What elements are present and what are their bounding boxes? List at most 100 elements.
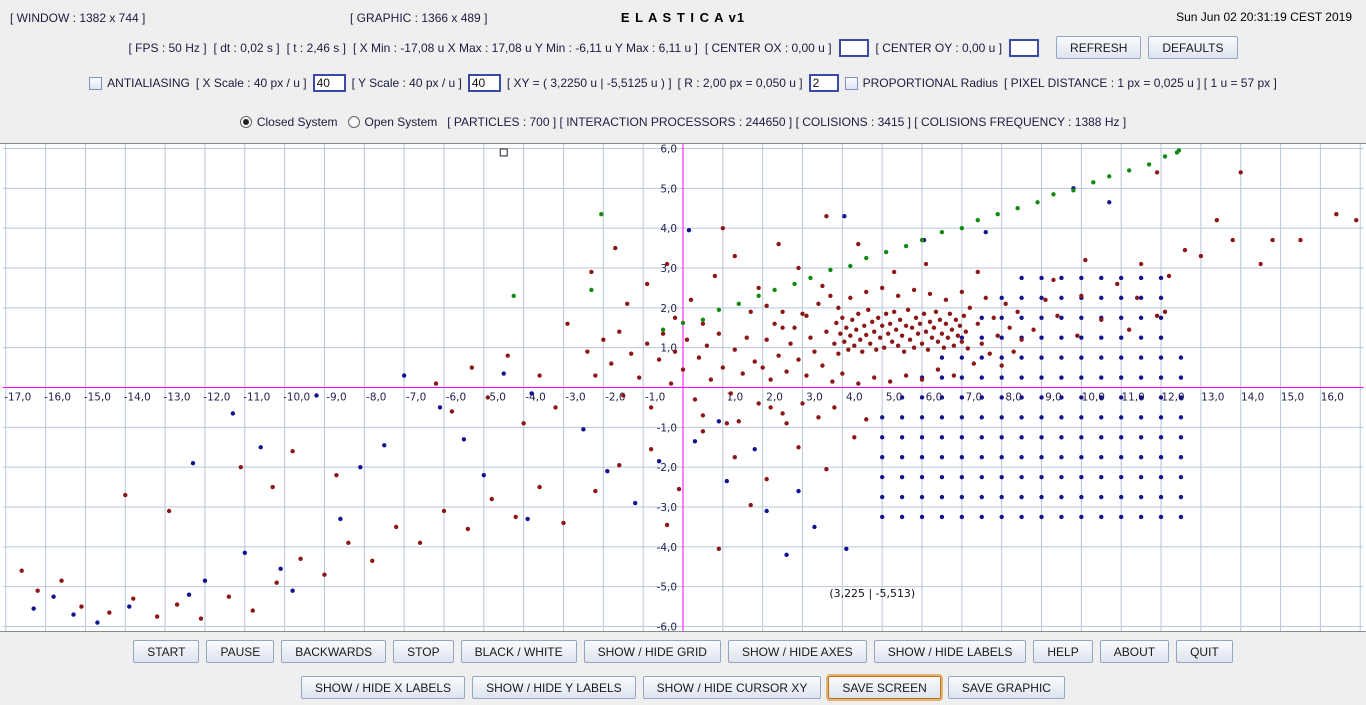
particle-dot bbox=[1019, 355, 1024, 360]
simulation-canvas[interactable]: -17,0 -16,0 -15,0 -14,0 -13,0 -12,0 -11,0 -10,0… bbox=[0, 144, 1366, 631]
particle-dot bbox=[959, 494, 965, 500]
particle-dot bbox=[760, 365, 765, 370]
particle-dot bbox=[1039, 355, 1044, 360]
about-button[interactable]: ABOUT bbox=[1099, 640, 1170, 663]
particle-dot bbox=[979, 395, 984, 400]
particle-dot bbox=[919, 237, 925, 243]
particle-dot bbox=[740, 371, 745, 376]
particle-dot bbox=[1119, 275, 1124, 281]
y-scale-label: [ Y Scale : 40 px / u ] bbox=[351, 76, 462, 90]
particle-dot bbox=[999, 455, 1004, 460]
particle-dot bbox=[1158, 455, 1164, 460]
particle-dot bbox=[752, 447, 757, 452]
particle-dot bbox=[589, 287, 594, 293]
show-hide-x-labels-button[interactable]: SHOW / HIDE X LABELS bbox=[301, 676, 466, 699]
radius-input[interactable] bbox=[808, 74, 839, 92]
show-hide-axes-button[interactable]: SHOW / HIDE AXES bbox=[727, 640, 867, 663]
datetime-label: Sun Jun 02 20:31:19 CEST 2019 bbox=[1176, 10, 1352, 24]
particle-dot bbox=[983, 295, 988, 301]
particle-dot bbox=[979, 341, 984, 346]
particle-dot bbox=[919, 435, 925, 440]
particle-dot bbox=[864, 332, 869, 338]
particle-dot bbox=[1079, 315, 1084, 320]
particle-dot bbox=[636, 375, 642, 380]
particle-dot bbox=[1039, 455, 1044, 460]
particle-dot bbox=[1039, 415, 1044, 420]
black-white-button[interactable]: BLACK / WHITE bbox=[460, 640, 577, 663]
refresh-button[interactable]: REFRESH bbox=[1056, 36, 1142, 59]
particle-dot bbox=[1119, 375, 1124, 380]
particle-dot bbox=[1107, 174, 1112, 179]
particle-dot bbox=[999, 315, 1004, 320]
particle-dot bbox=[868, 341, 873, 346]
particle-dot bbox=[939, 395, 945, 400]
help-button[interactable]: HELP bbox=[1033, 640, 1093, 663]
particle-dot bbox=[1079, 293, 1084, 299]
particle-dot bbox=[696, 355, 702, 360]
center-oy-input[interactable] bbox=[1009, 38, 1040, 57]
particle-dot bbox=[529, 391, 534, 396]
defaults-button[interactable]: DEFAULTS bbox=[1148, 36, 1238, 59]
particle-dot bbox=[1115, 281, 1120, 287]
particle-dot bbox=[961, 313, 967, 318]
particle-dot bbox=[764, 508, 769, 514]
particle-dot bbox=[919, 474, 925, 480]
show-hide-y-labels-button[interactable]: SHOW / HIDE Y LABELS bbox=[472, 676, 636, 699]
particle-dot bbox=[1079, 275, 1084, 281]
show-hide-cursor-xy-button[interactable]: SHOW / HIDE CURSOR XY bbox=[642, 676, 822, 699]
particle-dot bbox=[1138, 355, 1144, 360]
particle-dot bbox=[852, 435, 857, 440]
particle-dot bbox=[1138, 315, 1144, 320]
save-screen-button[interactable]: SAVE SCREEN bbox=[828, 676, 941, 699]
particle-dot bbox=[1031, 327, 1036, 332]
particle-dot bbox=[850, 317, 855, 322]
particle-dot bbox=[1059, 415, 1064, 420]
particle-dot bbox=[1059, 474, 1064, 480]
particle-dot bbox=[959, 289, 965, 295]
particle-dot bbox=[999, 474, 1004, 480]
particle-dot bbox=[756, 285, 761, 291]
pause-button[interactable]: PAUSE bbox=[206, 640, 275, 663]
particle-dot bbox=[812, 524, 817, 530]
particle-dot bbox=[19, 568, 24, 573]
particle-dot bbox=[1099, 295, 1104, 301]
x-scale-input[interactable] bbox=[312, 74, 346, 92]
proportional-radius-checkbox[interactable] bbox=[844, 76, 858, 90]
show-hide-labels-button[interactable]: SHOW / HIDE LABELS bbox=[873, 640, 1027, 663]
open-system-radio[interactable] bbox=[347, 116, 360, 128]
particle-dot bbox=[919, 377, 925, 382]
particle-dot bbox=[561, 520, 566, 526]
backwards-button[interactable]: BACKWARDS bbox=[281, 640, 387, 663]
antialiasing-checkbox[interactable] bbox=[89, 76, 103, 90]
particle-dot bbox=[844, 325, 849, 330]
particle-dot bbox=[700, 413, 706, 418]
start-button[interactable]: START bbox=[133, 640, 200, 663]
particle-dot bbox=[965, 346, 971, 351]
particle-dot bbox=[1019, 395, 1024, 400]
closed-system-radio[interactable] bbox=[239, 116, 252, 128]
y-tick-label: 4,0 bbox=[660, 223, 677, 235]
particle-dot bbox=[1138, 395, 1144, 400]
show-hide-grid-button[interactable]: SHOW / HIDE GRID bbox=[583, 640, 721, 663]
y-scale-input[interactable] bbox=[467, 74, 501, 92]
y-tick-label: 2,0 bbox=[660, 303, 677, 315]
pixel-distance-label: [ PIXEL DISTANCE : 1 px = 0,025 u ] [ 1 … bbox=[1004, 76, 1277, 90]
particle-dot bbox=[1178, 494, 1184, 500]
particle-dot bbox=[1079, 335, 1084, 340]
particle-dot bbox=[1099, 455, 1104, 460]
quit-button[interactable]: QUIT bbox=[1176, 640, 1233, 663]
particle-dot bbox=[1079, 395, 1084, 400]
x-tick-label: 15,0 bbox=[1281, 391, 1304, 403]
save-graphic-button[interactable]: SAVE GRAPHIC bbox=[947, 676, 1065, 699]
particle-dot bbox=[879, 514, 885, 520]
particle-dot bbox=[79, 604, 84, 609]
particle-dot bbox=[784, 369, 789, 374]
stop-button[interactable]: STOP bbox=[393, 640, 454, 663]
particle-dot bbox=[852, 343, 857, 348]
particle-dot bbox=[278, 566, 283, 571]
particle-dot bbox=[716, 546, 722, 552]
dt-label: [ dt : 0,02 s ] bbox=[213, 40, 280, 55]
x-tick-label: -17,0 bbox=[4, 391, 31, 403]
particle-dot bbox=[513, 514, 518, 520]
center-ox-input[interactable] bbox=[838, 38, 869, 57]
